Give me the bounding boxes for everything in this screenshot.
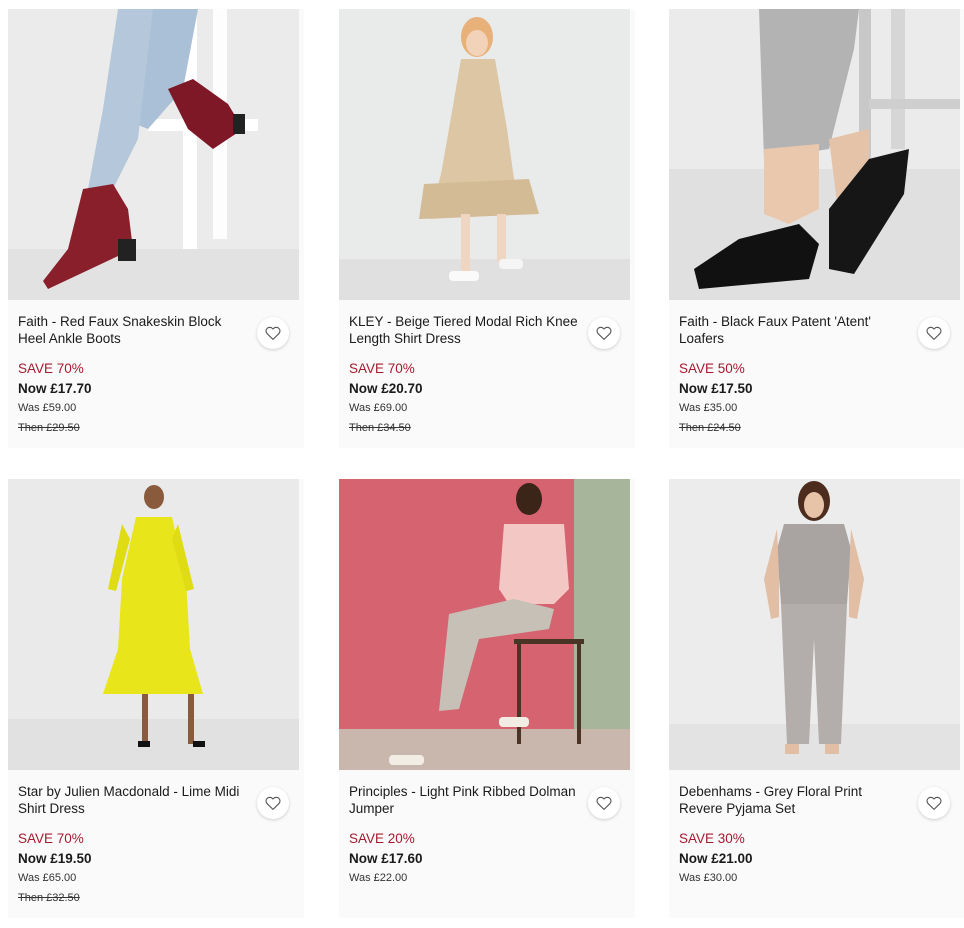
product-info: Faith - Red Faux Snakeskin Block Heel An…	[8, 300, 304, 448]
now-price: Now £21.00	[679, 851, 753, 866]
wishlist-button[interactable]	[257, 787, 289, 819]
now-price: Now £17.50	[679, 381, 753, 396]
product-title[interactable]: KLEY - Beige Tiered Modal Rich Knee Leng…	[349, 313, 579, 347]
product-title[interactable]: Faith - Black Faux Patent 'Atent' Loafer…	[679, 313, 909, 347]
light-pink-dolman-jumper-photo	[339, 479, 630, 770]
product-image[interactable]	[8, 9, 299, 300]
red-snakeskin-ankle-boots-photo	[8, 9, 299, 300]
product-card[interactable]: Star by Julien Macdonald - Lime Midi Shi…	[8, 479, 304, 918]
was-price: Was £69.00	[349, 402, 408, 414]
save-badge: SAVE 20%	[349, 831, 415, 846]
save-badge: SAVE 70%	[18, 361, 84, 376]
was-price: Was £35.00	[679, 402, 738, 414]
heart-outline-icon	[596, 326, 612, 340]
product-info: Debenhams - Grey Floral Print Revere Pyj…	[669, 770, 964, 918]
was-price: Was £59.00	[18, 402, 77, 414]
now-price: Now £20.70	[349, 381, 423, 396]
black-patent-loafers-photo	[669, 9, 960, 300]
was-price: Was £65.00	[18, 872, 77, 884]
save-badge: SAVE 30%	[679, 831, 745, 846]
product-card[interactable]: Principles - Light Pink Ribbed Dolman Ju…	[339, 479, 635, 918]
then-price: Then £32.50	[18, 892, 80, 904]
product-image[interactable]	[8, 479, 299, 770]
heart-outline-icon	[926, 796, 942, 810]
product-info: Faith - Black Faux Patent 'Atent' Loafer…	[669, 300, 964, 448]
wishlist-button[interactable]	[588, 787, 620, 819]
product-info: KLEY - Beige Tiered Modal Rich Knee Leng…	[339, 300, 635, 448]
heart-outline-icon	[596, 796, 612, 810]
save-badge: SAVE 70%	[18, 831, 84, 846]
heart-outline-icon	[926, 326, 942, 340]
product-info: Star by Julien Macdonald - Lime Midi Shi…	[8, 770, 304, 918]
save-badge: SAVE 70%	[349, 361, 415, 376]
now-price: Now £17.70	[18, 381, 92, 396]
wishlist-button[interactable]	[588, 317, 620, 349]
product-info: Principles - Light Pink Ribbed Dolman Ju…	[339, 770, 635, 918]
wishlist-button[interactable]	[918, 317, 950, 349]
now-price: Now £17.60	[349, 851, 423, 866]
product-title[interactable]: Debenhams - Grey Floral Print Revere Pyj…	[679, 783, 909, 817]
then-price: Then £24.50	[679, 422, 741, 434]
heart-outline-icon	[265, 326, 281, 340]
product-card[interactable]: Faith - Black Faux Patent 'Atent' Loafer…	[669, 9, 964, 448]
now-price: Now £19.50	[18, 851, 92, 866]
wishlist-button[interactable]	[918, 787, 950, 819]
beige-tiered-shirt-dress-photo	[339, 9, 630, 300]
product-card[interactable]: KLEY - Beige Tiered Modal Rich Knee Leng…	[339, 9, 635, 448]
was-price: Was £30.00	[679, 872, 738, 884]
product-image[interactable]	[339, 9, 630, 300]
product-image[interactable]	[669, 479, 960, 770]
lime-midi-shirt-dress-photo	[8, 479, 299, 770]
product-title[interactable]: Star by Julien Macdonald - Lime Midi Shi…	[18, 783, 248, 817]
product-image[interactable]	[339, 479, 630, 770]
product-image[interactable]	[669, 9, 960, 300]
product-card[interactable]: Faith - Red Faux Snakeskin Block Heel An…	[8, 9, 304, 448]
product-card[interactable]: Debenhams - Grey Floral Print Revere Pyj…	[669, 479, 964, 918]
then-price: Then £34.50	[349, 422, 411, 434]
product-title[interactable]: Principles - Light Pink Ribbed Dolman Ju…	[349, 783, 579, 817]
product-title[interactable]: Faith - Red Faux Snakeskin Block Heel An…	[18, 313, 248, 347]
save-badge: SAVE 50%	[679, 361, 745, 376]
wishlist-button[interactable]	[257, 317, 289, 349]
then-price: Then £29.50	[18, 422, 80, 434]
was-price: Was £22.00	[349, 872, 408, 884]
grey-floral-pyjama-set-photo	[669, 479, 960, 770]
heart-outline-icon	[265, 796, 281, 810]
